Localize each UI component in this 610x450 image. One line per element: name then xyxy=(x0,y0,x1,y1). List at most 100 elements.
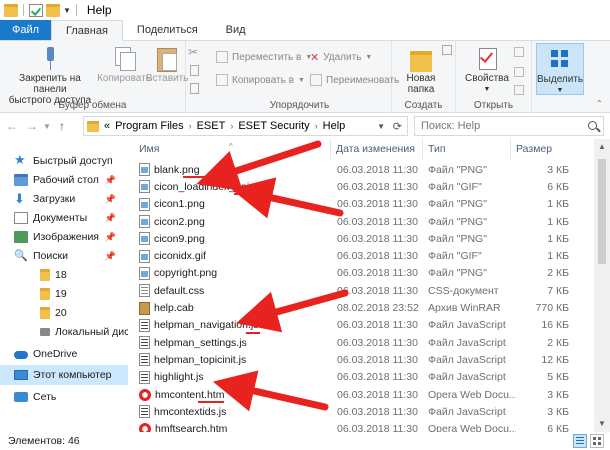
nav-item-documents[interactable]: Документы 📌 xyxy=(0,208,128,228)
file-name[interactable]: helpman_topicinit.js xyxy=(139,353,246,367)
new-folder-button[interactable]: Новая папка xyxy=(398,45,444,95)
copy-path-icon[interactable] xyxy=(190,65,199,76)
chevron-down-icon[interactable]: ▼ xyxy=(63,6,71,15)
delete-button[interactable]: ✕ Удалить ▼ xyxy=(310,51,372,64)
copy-to-button[interactable]: Копировать в ▼ xyxy=(216,74,305,86)
chevron-right-icon[interactable]: › xyxy=(315,121,318,131)
history-icon[interactable] xyxy=(514,85,524,95)
file-name[interactable]: cicon9.png xyxy=(139,232,205,246)
tab-view[interactable]: Вид xyxy=(212,20,260,40)
table-row[interactable]: copyright.png 06.03.2018 11:30 Файл "PNG" 2… xyxy=(128,265,594,282)
pin-icon[interactable]: 📌 xyxy=(105,194,116,205)
copy-button[interactable]: Копировать xyxy=(96,45,152,84)
table-row[interactable]: default.css 06.03.2018 11:30 CSS-документ 7… xyxy=(128,282,594,299)
table-row[interactable]: cicon9.png 06.03.2018 11:30 Файл "PNG" 1 КБ xyxy=(128,230,594,247)
nav-item-quick-access[interactable]: Быстрый доступ xyxy=(0,151,128,171)
breadcrumb-eset-security[interactable]: ESET Security xyxy=(238,120,309,132)
file-name[interactable]: help.cab xyxy=(139,301,194,315)
nav-item-folder-18[interactable]: 18 xyxy=(0,265,128,285)
column-header-size[interactable]: Размер xyxy=(511,139,591,159)
scissors-icon[interactable]: ✂ xyxy=(188,45,198,59)
pin-icon[interactable]: 📌 xyxy=(105,251,116,262)
chevron-right-icon[interactable]: › xyxy=(230,121,233,131)
column-header-name[interactable]: ^ Имя xyxy=(128,139,331,159)
search-input[interactable]: Поиск: Help xyxy=(414,116,604,136)
breadcrumb-program-files[interactable]: Program Files xyxy=(115,120,183,132)
back-arrow-icon[interactable]: ← xyxy=(2,119,22,133)
file-name[interactable]: hmftsearch.htm xyxy=(139,423,227,432)
nav-item-local-disk[interactable]: Локальный диск xyxy=(0,322,128,342)
nav-item-desktop[interactable]: Рабочий стол 📌 xyxy=(0,170,128,190)
edit-icon[interactable] xyxy=(514,67,524,77)
nav-item-downloads[interactable]: ⬇ Загрузки 📌 xyxy=(0,189,128,209)
nav-item-this-pc[interactable]: Этот компьютер xyxy=(0,365,128,385)
up-arrow-icon[interactable]: ↑ xyxy=(52,119,72,133)
file-name[interactable]: helpman_navigation.js xyxy=(139,318,259,332)
scroll-down-icon[interactable]: ▼ xyxy=(594,416,610,432)
file-name[interactable]: helpman_settings.js xyxy=(139,336,247,350)
folder-icon xyxy=(4,3,18,17)
tab-file[interactable]: Файл xyxy=(0,20,52,40)
vertical-scrollbar[interactable]: ▲ ▼ xyxy=(594,139,610,432)
address-dropdown-icon[interactable]: ▼ xyxy=(377,122,385,131)
nav-item-onedrive[interactable]: OneDrive xyxy=(0,344,128,364)
refresh-icon[interactable]: ⟳ xyxy=(393,120,402,133)
file-name[interactable]: hmcontent.htm xyxy=(139,388,224,401)
table-row[interactable]: help.cab 08.02.2018 23:52 Архив WinRAR 770 … xyxy=(128,299,594,316)
file-name[interactable]: ciconidx.gif xyxy=(139,249,206,263)
table-row[interactable]: ciconidx.gif 06.03.2018 11:30 Файл "GIF" 1 … xyxy=(128,248,594,265)
file-name[interactable]: blank.png xyxy=(139,163,200,177)
file-name[interactable]: copyright.png xyxy=(139,266,217,280)
properties-quick-icon[interactable] xyxy=(29,3,43,17)
scroll-up-icon[interactable]: ▲ xyxy=(594,139,610,155)
breadcrumb-help[interactable]: Help xyxy=(323,120,346,132)
table-row[interactable]: helpman_topicinit.js 06.03.2018 11:30 Файл… xyxy=(128,351,594,368)
collapse-ribbon-icon[interactable]: ⌃ xyxy=(596,99,603,108)
file-name[interactable]: cicon2.png xyxy=(139,215,205,229)
pin-icon[interactable]: 📌 xyxy=(105,213,116,224)
table-row[interactable]: highlight.js 06.03.2018 11:30 Файл JavaScr… xyxy=(128,369,594,386)
nav-item-folder-20[interactable]: 20 xyxy=(0,303,128,323)
column-header-date[interactable]: Дата изменения xyxy=(331,139,423,159)
recent-locations-chevron-icon[interactable]: ▼ xyxy=(42,122,52,131)
scroll-thumb[interactable] xyxy=(598,159,606,264)
details-view-icon[interactable] xyxy=(573,434,587,448)
table-row[interactable]: helpman_navigation.js 06.03.2018 11:30 Фай… xyxy=(128,317,594,334)
table-row[interactable]: hmcontextids.js 06.03.2018 11:30 Файл Java… xyxy=(128,403,594,420)
large-icons-view-icon[interactable] xyxy=(590,434,604,448)
paste-button[interactable]: Вставить xyxy=(146,45,188,84)
column-header-type[interactable]: Тип xyxy=(423,139,511,159)
chevron-right-icon[interactable]: › xyxy=(189,121,192,131)
file-name[interactable]: cicon_loadindex_ani.gif xyxy=(139,180,263,194)
address-field[interactable]: « Program Files › ESET › ESET Security ›… xyxy=(83,116,408,136)
nav-item-folder-19[interactable]: 19 xyxy=(0,284,128,304)
breadcrumb-eset[interactable]: ESET xyxy=(197,120,226,132)
new-item-icon[interactable] xyxy=(442,45,452,55)
file-name[interactable]: cicon1.png xyxy=(139,197,205,211)
table-row[interactable]: hmftsearch.htm 06.03.2018 11:30 Opera Web … xyxy=(128,421,594,432)
nav-item-pictures[interactable]: Изображения 📌 xyxy=(0,227,128,247)
select-button[interactable]: Выделить ▼ xyxy=(536,43,584,95)
rename-button[interactable]: Переименовать xyxy=(310,74,399,86)
pin-icon[interactable]: 📌 xyxy=(105,175,116,186)
table-row[interactable]: cicon1.png 06.03.2018 11:30 Файл "PNG" 1 КБ xyxy=(128,196,594,213)
pin-icon[interactable]: 📌 xyxy=(105,232,116,243)
table-row[interactable]: cicon_loadindex_ani.gif 06.03.2018 11:30 Ф… xyxy=(128,178,594,195)
tab-share[interactable]: Поделиться xyxy=(123,20,212,40)
new-folder-quick-icon[interactable] xyxy=(46,3,60,17)
file-name[interactable]: default.css xyxy=(139,284,204,298)
address-overflow[interactable]: « xyxy=(104,120,110,132)
pin-quick-access-button[interactable]: Закрепить на панели быстрого доступа xyxy=(4,45,96,106)
table-row[interactable]: helpman_settings.js 06.03.2018 11:30 Файл … xyxy=(128,334,594,351)
open-icon[interactable] xyxy=(514,47,524,57)
nav-item-searches[interactable]: 🔍 Поиски 📌 xyxy=(0,246,128,266)
forward-arrow-icon[interactable]: → xyxy=(22,119,42,133)
file-name[interactable]: highlight.js xyxy=(139,370,204,384)
properties-button[interactable]: Свойства ▼ xyxy=(462,45,512,95)
table-row[interactable]: cicon2.png 06.03.2018 11:30 Файл "PNG" 1 КБ xyxy=(128,213,594,230)
file-name[interactable]: hmcontextids.js xyxy=(139,405,226,419)
nav-item-network[interactable]: Сеть xyxy=(0,387,128,407)
paste-shortcut-icon[interactable] xyxy=(190,83,199,94)
tab-home[interactable]: Главная xyxy=(51,20,123,41)
move-to-button[interactable]: Переместить в ▼ xyxy=(216,51,312,63)
